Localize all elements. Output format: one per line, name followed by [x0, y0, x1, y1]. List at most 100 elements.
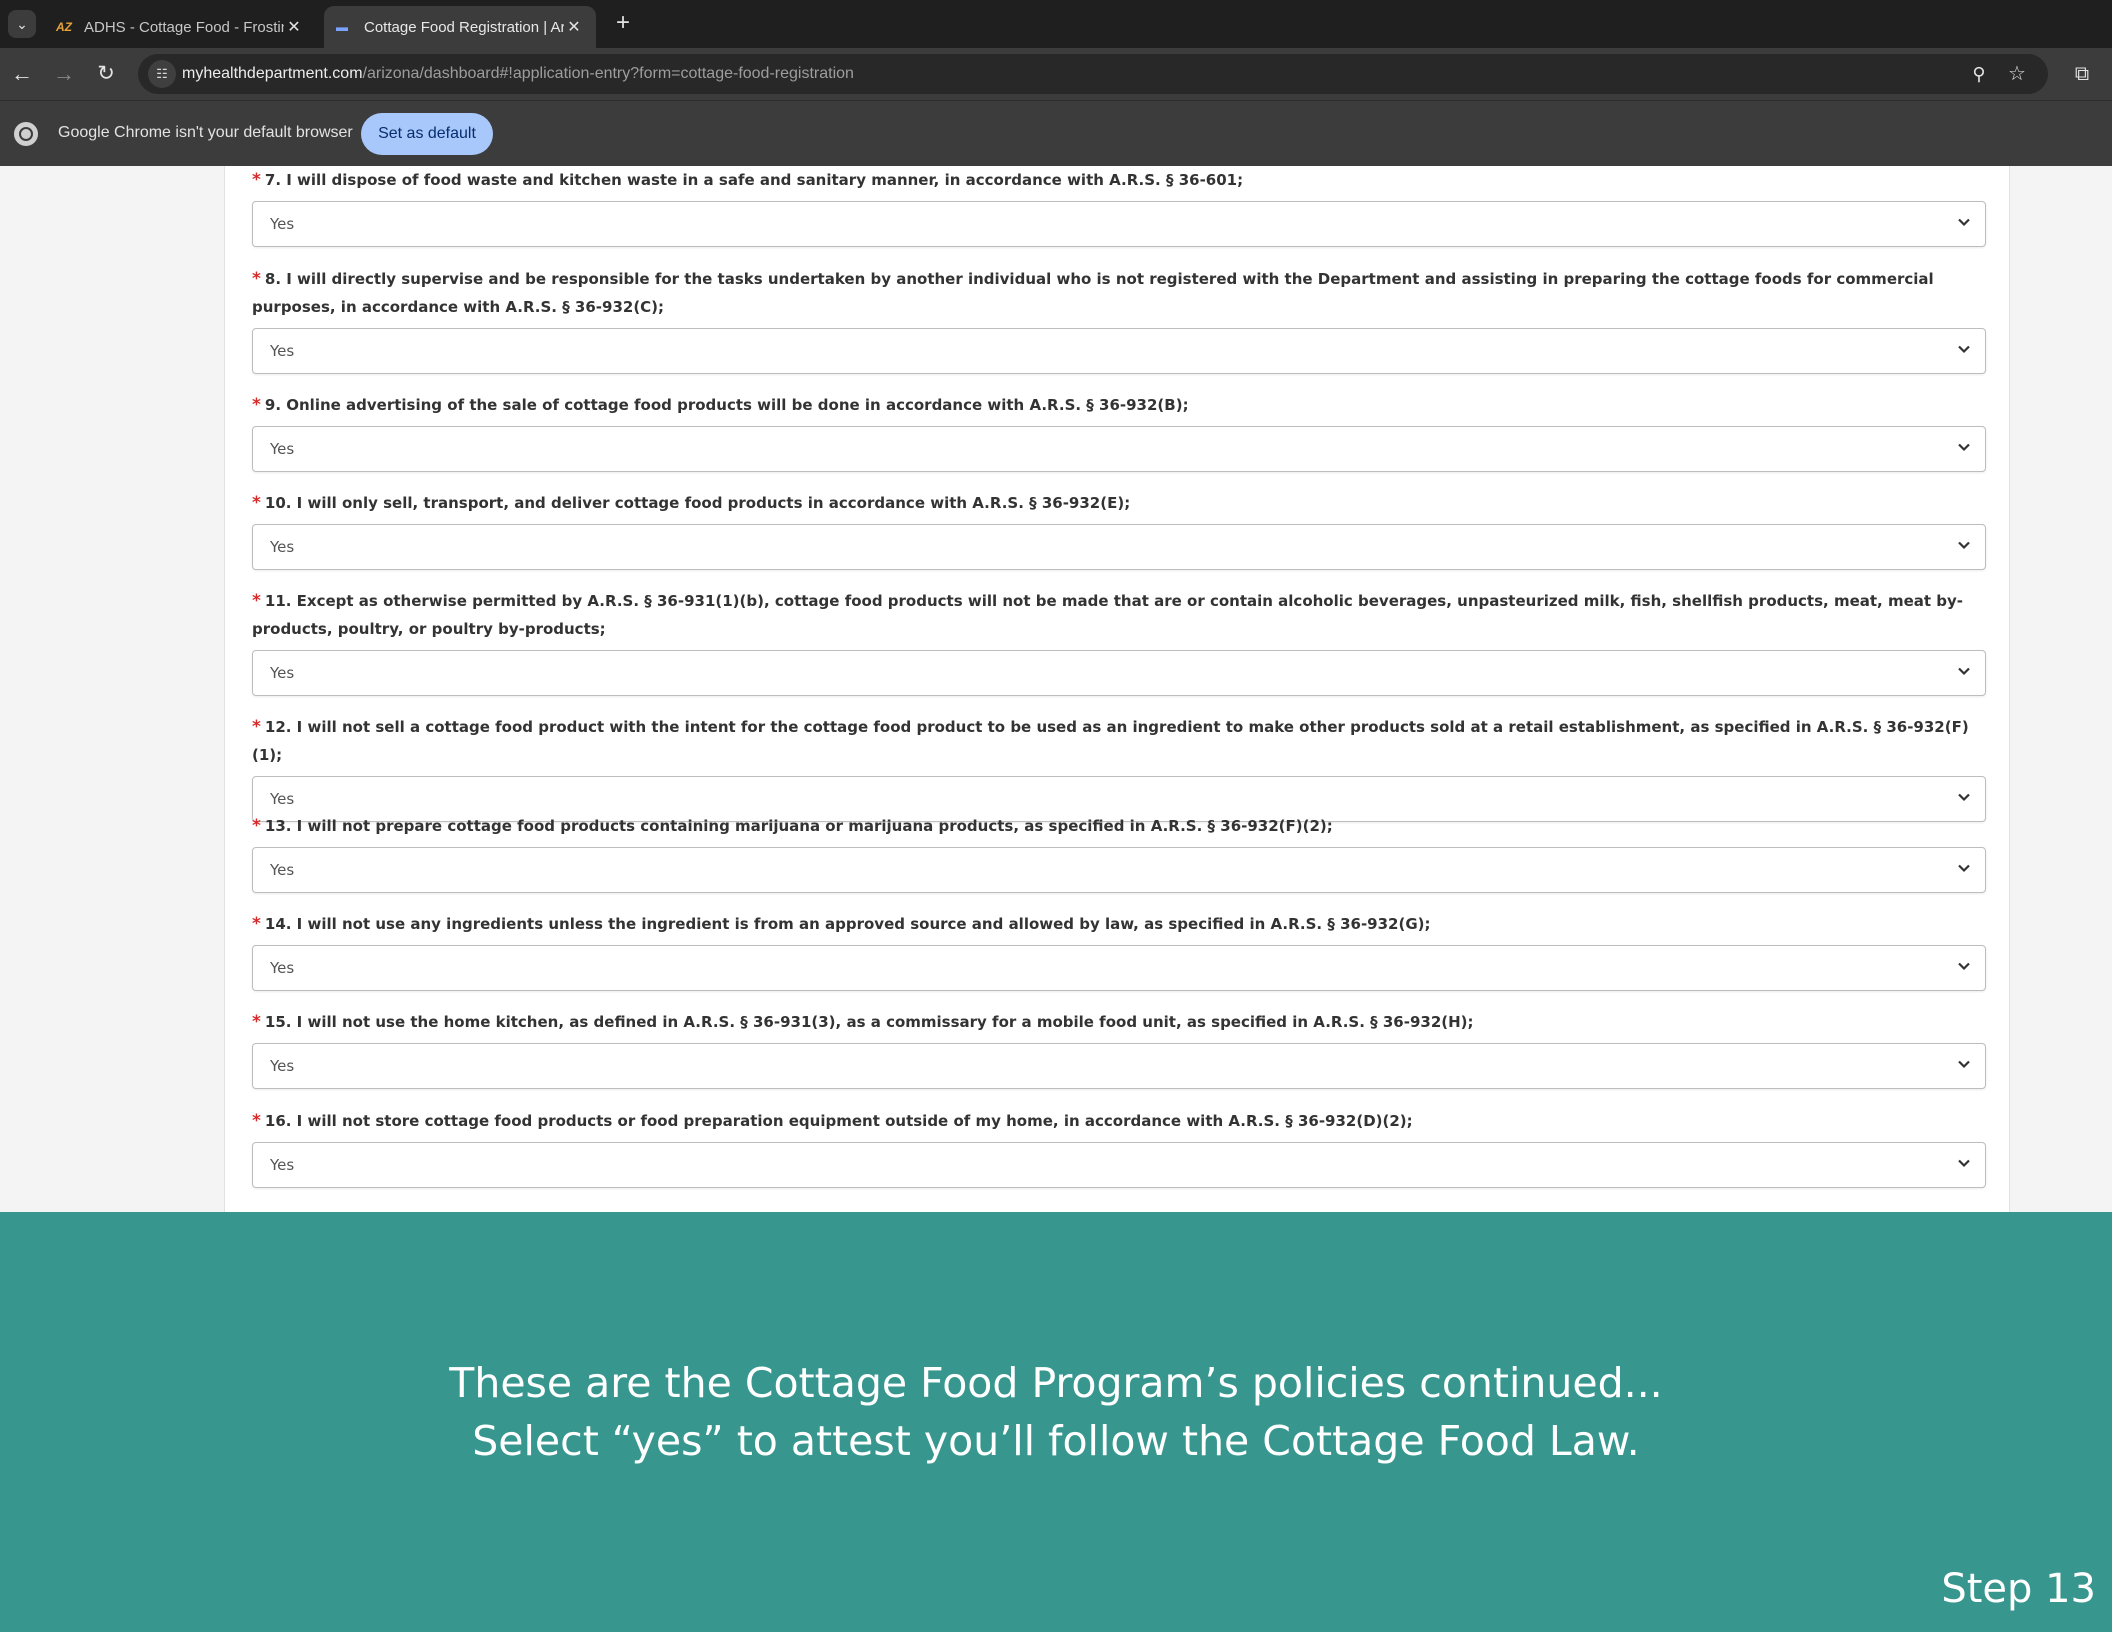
required-asterisk: *	[252, 914, 261, 934]
question-15: * 15. I will not use the home kitchen, as…	[252, 1008, 1988, 1089]
question-text: 11. Except as otherwise permitted by A.R…	[252, 592, 1964, 638]
required-asterisk: *	[252, 493, 261, 513]
selected-value: Yes	[270, 342, 295, 360]
selected-value: Yes	[270, 440, 295, 458]
caption-band: These are the Cottage Food Program’s pol…	[0, 1212, 2112, 1632]
set-as-default-button[interactable]: Set as default	[361, 113, 493, 155]
required-asterisk: *	[252, 1111, 261, 1131]
page-viewport: * 7. I will dispose of food waste and kit…	[0, 166, 2112, 1212]
question-16: * 16. I will not store cottage food produ…	[252, 1107, 1988, 1188]
chevron-down-icon	[1958, 864, 1970, 873]
question-label: * 14. I will not use any ingredients unle…	[252, 910, 1988, 938]
question-14: * 14. I will not use any ingredients unle…	[252, 910, 1988, 991]
selected-value: Yes	[270, 959, 295, 977]
chevron-down-icon	[1958, 218, 1970, 227]
tab-close-icon[interactable]: ✕	[564, 17, 584, 37]
tab-title: ADHS - Cottage Food - Frosting	[84, 18, 284, 36]
question-13: * 13. I will not prepare cottage food pro…	[252, 812, 1988, 893]
question-12: * 12. I will not sell a cottage food prod…	[252, 713, 1988, 822]
question-7: * 7. I will dispose of food waste and kit…	[252, 166, 1988, 247]
question-9: * 9. Online advertising of the sale of co…	[252, 391, 1988, 472]
question-label: * 15. I will not use the home kitchen, as…	[252, 1008, 1988, 1036]
infobar-message: Google Chrome isn't your default browser	[58, 124, 353, 141]
chevron-down-icon	[1958, 962, 1970, 971]
chevron-down-icon	[1958, 443, 1970, 452]
reload-icon[interactable]: ↻	[90, 58, 122, 90]
question-label: * 10. I will only sell, transport, and de…	[252, 489, 1988, 517]
question-text: 15. I will not use the home kitchen, as …	[264, 1013, 1474, 1031]
selected-value: Yes	[270, 790, 295, 808]
required-asterisk: *	[252, 717, 261, 737]
url-text[interactable]: myhealthdepartment.com/arizona/dashboard…	[182, 65, 854, 83]
selected-value: Yes	[270, 664, 295, 682]
question-label: * 8. I will directly supervise and be res…	[252, 265, 1988, 321]
question-label: * 12. I will not sell a cottage food prod…	[252, 713, 1988, 769]
question-label: * 11. Except as otherwise permitted by A.…	[252, 587, 1988, 643]
browser-toolbar: ← → ↻ ☷ myhealthdepartment.com/arizona/d…	[0, 48, 2112, 100]
question-text: 9. Online advertising of the sale of cot…	[264, 396, 1189, 414]
selected-value: Yes	[270, 538, 295, 556]
answer-select[interactable]: Yes	[252, 1142, 1986, 1188]
chevron-down-icon	[1958, 1060, 1970, 1069]
chevron-down-icon	[1958, 345, 1970, 354]
question-text: 14. I will not use any ingredients unles…	[264, 915, 1431, 933]
question-text: 16. I will not store cottage food produc…	[264, 1112, 1413, 1130]
answer-select[interactable]: Yes	[252, 524, 1986, 570]
question-text: 13. I will not prepare cottage food prod…	[264, 817, 1333, 835]
chevron-down-icon	[1958, 1159, 1970, 1168]
url-path: /arizona/dashboard#!application-entry?fo…	[362, 65, 854, 82]
answer-select[interactable]: Yes	[252, 328, 1986, 374]
required-asterisk: *	[252, 170, 261, 190]
selected-value: Yes	[270, 1156, 295, 1174]
tab-cottage-food-registration[interactable]: ▬ Cottage Food Registration | Arizona ✕	[324, 6, 596, 48]
question-8: * 8. I will directly supervise and be res…	[252, 265, 1988, 374]
answer-select[interactable]: Yes	[252, 650, 1986, 696]
extensions-puzzle-icon[interactable]: ⧉	[2066, 58, 2098, 90]
caption-line-1: These are the Cottage Food Program’s pol…	[449, 1359, 1663, 1407]
url-host: myhealthdepartment.com	[182, 65, 363, 82]
myhealthdepartment-favicon-icon: ▬	[336, 20, 348, 34]
answer-select[interactable]: Yes	[252, 426, 1986, 472]
required-asterisk: *	[252, 1012, 261, 1032]
answer-select[interactable]: Yes	[252, 201, 1986, 247]
adhs-favicon-icon: AZ	[56, 20, 72, 34]
bookmark-star-icon[interactable]: ☆	[2004, 61, 2030, 87]
question-text: 7. I will dispose of food waste and kitc…	[264, 171, 1244, 189]
question-label: * 9. Online advertising of the sale of co…	[252, 391, 1988, 419]
question-text: 8. I will directly supervise and be resp…	[252, 270, 1934, 316]
required-asterisk: *	[252, 269, 261, 289]
question-10: * 10. I will only sell, transport, and de…	[252, 489, 1988, 570]
chevron-down-icon	[1958, 793, 1970, 802]
back-arrow-icon[interactable]: ←	[6, 58, 38, 90]
forward-arrow-icon[interactable]: →	[48, 58, 80, 90]
question-label: * 16. I will not store cottage food produ…	[252, 1107, 1988, 1135]
required-asterisk: *	[252, 591, 261, 611]
default-browser-infobar: Google Chrome isn't your default browser…	[0, 100, 2112, 166]
selected-value: Yes	[270, 1057, 295, 1075]
new-tab-plus-icon[interactable]: +	[608, 8, 638, 38]
tab-strip: ⌄ AZ ADHS - Cottage Food - Frosting ✕ ▬ …	[0, 0, 2112, 48]
question-label: * 7. I will dispose of food waste and kit…	[252, 166, 1988, 194]
chevron-down-icon	[1958, 667, 1970, 676]
caption-line-2: Select “yes” to attest you’ll follow the…	[472, 1417, 1640, 1465]
tab-close-icon[interactable]: ✕	[284, 17, 304, 37]
tab-search-chevron-icon[interactable]: ⌄	[8, 10, 36, 38]
zoom-magnifier-icon[interactable]: ⚲	[1966, 61, 1992, 87]
answer-select[interactable]: Yes	[252, 945, 1986, 991]
required-asterisk: *	[252, 395, 261, 415]
caption-text: These are the Cottage Food Program’s pol…	[0, 1354, 2112, 1470]
required-asterisk: *	[252, 816, 261, 836]
selected-value: Yes	[270, 215, 295, 233]
chrome-logo-icon	[14, 122, 38, 146]
question-text: 12. I will not sell a cottage food produ…	[252, 718, 1969, 764]
address-bar[interactable]: ☷ myhealthdepartment.com/arizona/dashboa…	[138, 54, 2048, 94]
chevron-down-icon	[1958, 541, 1970, 550]
tab-adhs-cottage-food[interactable]: AZ ADHS - Cottage Food - Frosting ✕	[44, 6, 316, 48]
question-label: * 13. I will not prepare cottage food pro…	[252, 812, 1988, 840]
selected-value: Yes	[270, 861, 295, 879]
answer-select[interactable]: Yes	[252, 1043, 1986, 1089]
tab-title: Cottage Food Registration | Arizona	[364, 18, 564, 36]
site-info-icon[interactable]: ☷	[148, 60, 176, 88]
question-11: * 11. Except as otherwise permitted by A.…	[252, 587, 1988, 696]
answer-select[interactable]: Yes	[252, 847, 1986, 893]
